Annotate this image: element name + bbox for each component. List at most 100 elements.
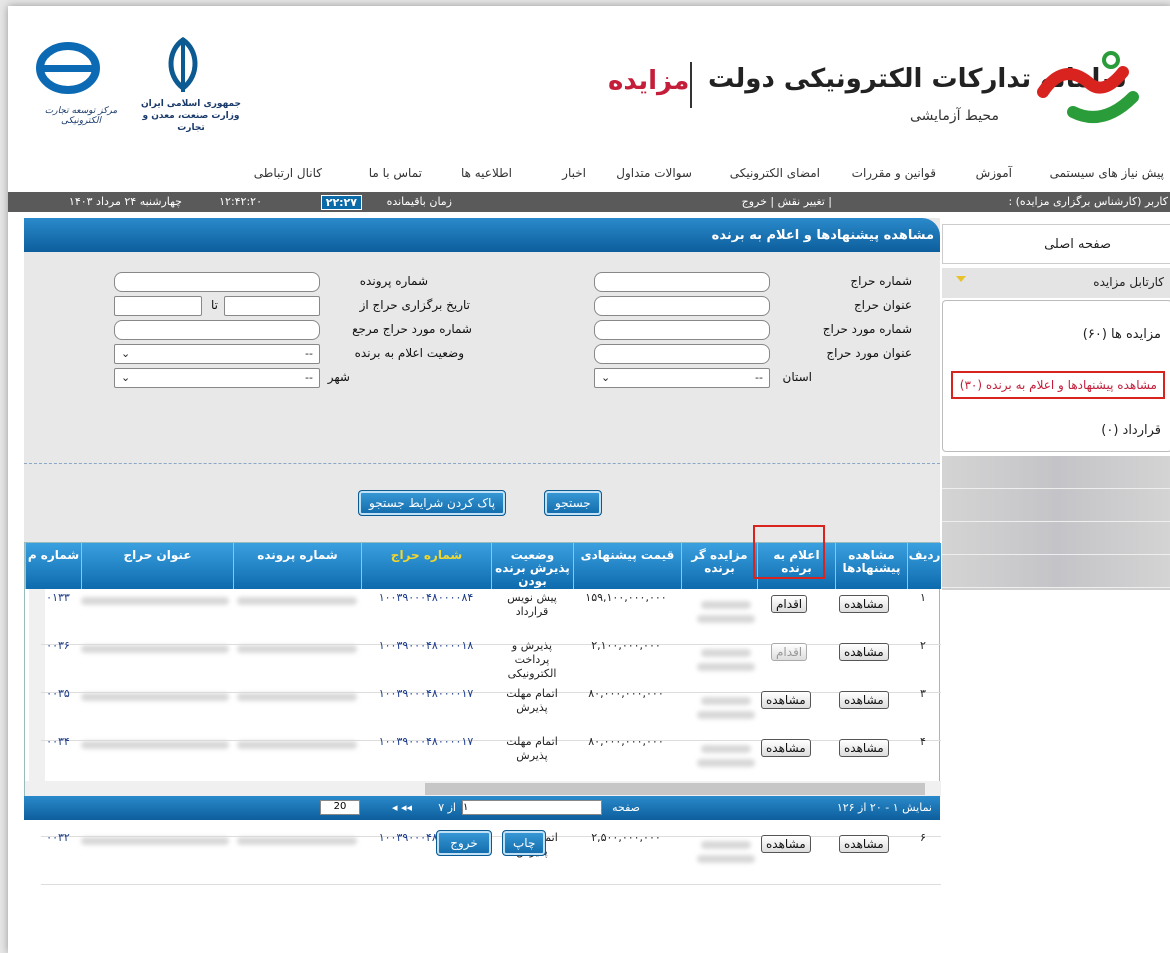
item-title-input[interactable]	[594, 344, 770, 364]
nav-item-news[interactable]: اخبار	[562, 166, 586, 180]
row-index: ۳	[920, 687, 926, 700]
horizontal-scrollbar[interactable]	[25, 781, 941, 797]
page-input[interactable]	[462, 800, 602, 815]
top-nav: پیش نیاز های سیستمی آموزش قوانین و مقررا…	[8, 158, 1170, 188]
auction-title-input[interactable]	[594, 296, 770, 316]
sidebar-home[interactable]: صفحه اصلی	[942, 224, 1170, 264]
announce-button[interactable]: اقدام	[771, 595, 808, 613]
date-to-input[interactable]	[114, 296, 202, 316]
col-auction-title: عنوان حراج	[81, 543, 233, 589]
exit-button[interactable]: خروج	[436, 830, 492, 856]
view-offers-button[interactable]: مشاهده	[839, 739, 889, 757]
item-no: ۰۰۳۲	[46, 831, 70, 844]
price: ۸۰,۰۰۰,۰۰۰,۰۰۰	[588, 735, 664, 748]
nav-item-laws[interactable]: قوانین و مقررات	[852, 166, 936, 180]
timer-label: زمان باقیمانده	[386, 195, 452, 208]
app-subtitle: محیط آزمایشی	[910, 108, 999, 124]
label-province: استان	[782, 370, 812, 384]
announce-button[interactable]: اقدام	[771, 643, 808, 661]
row-index: ۲	[920, 639, 926, 652]
status: اتمام مهلت پذیرش	[506, 735, 558, 762]
province-select[interactable]: -- ⌄	[594, 368, 770, 388]
header-divider	[690, 62, 692, 108]
col-price: قیمت پیشنهادی	[573, 543, 681, 589]
center-name: مرکز توسعه تجارت الکترونیکی	[44, 106, 118, 126]
sidebar: صفحه اصلی کارتابل مزایده مزایده ها (۶۰) …	[942, 220, 1170, 800]
pager-summary: نمایش ۱ - ۲۰ از ۱۲۶	[836, 801, 932, 814]
pager-prev-icon[interactable]: ◂◂ ◂	[392, 801, 412, 814]
auction-no-input[interactable]	[594, 272, 770, 292]
clock: ۱۲:۴۲:۲۰	[219, 195, 262, 208]
search-button[interactable]: جستجو	[544, 490, 602, 516]
label-file-no: شماره پرونده	[359, 274, 428, 288]
sidebar-item-auctions[interactable]: مزایده ها (۶۰)	[1083, 327, 1161, 342]
print-button[interactable]: چاپ	[502, 830, 546, 856]
filters: شماره حراج عنوان حراج شماره مورد حراج عن…	[24, 252, 940, 452]
pager: نمایش ۱ - ۲۰ از ۱۲۶ صفحه از ۷ ◂◂ ◂ 20	[24, 796, 940, 820]
item-no-input[interactable]	[594, 320, 770, 340]
chevron-down-icon: ⌄	[121, 347, 131, 360]
view-offers-button[interactable]: مشاهده	[839, 835, 889, 853]
col-index: ردیف	[907, 543, 941, 589]
announce-button[interactable]: مشاهده	[761, 739, 811, 757]
auction-no: ۱۰۰۳۹۰۰۰۴۸۰۰۰۰۸۴	[378, 591, 474, 604]
status: اتمام مهلت پذیرش	[506, 687, 558, 714]
chevron-down-icon: ⌄	[601, 371, 611, 384]
nav-item-esign[interactable]: امضای الکترونیکی	[730, 166, 820, 180]
nav-item-contact[interactable]: تماس با ما	[369, 166, 422, 180]
pager-page-label: صفحه	[612, 801, 640, 814]
nav-item-training[interactable]: آموزش	[976, 166, 1012, 180]
announce-button[interactable]: مشاهده	[761, 691, 811, 709]
label-city: شهر	[327, 370, 350, 384]
ministry-label: جمهوری اسلامی ایران وزارت صنعت، معدن و ت…	[140, 99, 242, 133]
view-offers-button[interactable]: مشاهده	[839, 643, 889, 661]
ref-no-input[interactable]	[114, 320, 320, 340]
announce-status-select[interactable]: -- ⌄	[114, 344, 320, 364]
label-ref-no: شماره مورد حراج مرجع	[352, 322, 472, 336]
sidebar-item-offers[interactable]: مشاهده پیشنهادها و اعلام به برنده (۳۰)	[951, 371, 1165, 399]
date: چهارشنبه ۲۴ مرداد ۱۴۰۳	[68, 195, 182, 208]
price: ۲,۵۰۰,۰۰۰,۰۰۰	[591, 831, 661, 844]
label-item-title: عنوان مورد حراج	[826, 346, 912, 360]
item-no: ۰۰۳۴	[46, 735, 70, 748]
announce-header-highlight	[753, 525, 825, 579]
city-select[interactable]: -- ⌄	[114, 368, 320, 388]
file-no-input[interactable]	[114, 272, 320, 292]
change-role-link[interactable]: | تغییر نقش | خروج	[742, 195, 832, 208]
page: مرکز توسعه تجارت الکترونیکی جمهوری اسلام…	[8, 6, 1170, 953]
item-no: ۰۱۳۳	[46, 591, 70, 604]
sidebar-cartable[interactable]: کارتابل مزایده	[942, 268, 1170, 298]
auction-no: ۱۰۰۳۹۰۰۰۴۸۰۰۰۰۱۷	[378, 687, 474, 700]
pager-of: از ۷	[438, 801, 456, 814]
col-file-no: شماره پرونده	[233, 543, 361, 589]
nav-item-prereq[interactable]: پیش نیاز های سیستمی	[1050, 166, 1164, 180]
panel-header: مشاهده پیشنهادها و اعلام به برنده	[24, 218, 940, 252]
nav-item-faq[interactable]: سوالات متداول	[616, 166, 692, 180]
user-info-bar: کاربر (کارشناس برگزاری مزایده) : | تغییر…	[8, 192, 1170, 212]
item-no: ۰۰۳۶	[46, 639, 70, 652]
label-to: تا	[211, 298, 218, 312]
label-item-no: شماره مورد حراج	[822, 322, 912, 336]
collapse-arrow-icon	[956, 276, 966, 282]
status: پیش نویس قرارداد	[507, 591, 557, 618]
nav-item-channel[interactable]: کانال ارتباطی	[254, 166, 322, 180]
view-offers-button[interactable]: مشاهده	[839, 595, 889, 613]
label-announce-status: وضعیت اعلام به برنده	[354, 346, 464, 360]
label-date-from: تاریخ برگزاری حراج از	[359, 298, 470, 312]
col-status: وضعیت پذیرش برنده بودن	[491, 543, 573, 589]
page-size-select[interactable]: 20	[320, 800, 360, 815]
sidebar-item-contract[interactable]: قرارداد (۰)	[1101, 423, 1161, 438]
announce-button[interactable]: مشاهده	[761, 835, 811, 853]
label-auction-title: عنوان حراج	[853, 298, 912, 312]
main-panel: مشاهده پیشنهادها و اعلام به برنده شماره …	[24, 218, 941, 885]
col-auction-no[interactable]: شماره حراج	[361, 543, 491, 589]
row-index: ۴	[920, 735, 926, 748]
auction-no: ۱۰۰۳۹۰۰۰۴۸۰۰۰۰۱۸	[378, 639, 474, 652]
view-offers-button[interactable]: مشاهده	[839, 691, 889, 709]
nav-item-notices[interactable]: اطلاعیه ها	[461, 166, 512, 180]
header: مرکز توسعه تجارت الکترونیکی جمهوری اسلام…	[8, 6, 1170, 146]
row-index: ۱	[920, 591, 926, 604]
clear-filters-button[interactable]: پاک کردن شرایط جستجو	[358, 490, 507, 516]
date-from-input[interactable]	[224, 296, 320, 316]
filter-divider	[24, 463, 940, 464]
